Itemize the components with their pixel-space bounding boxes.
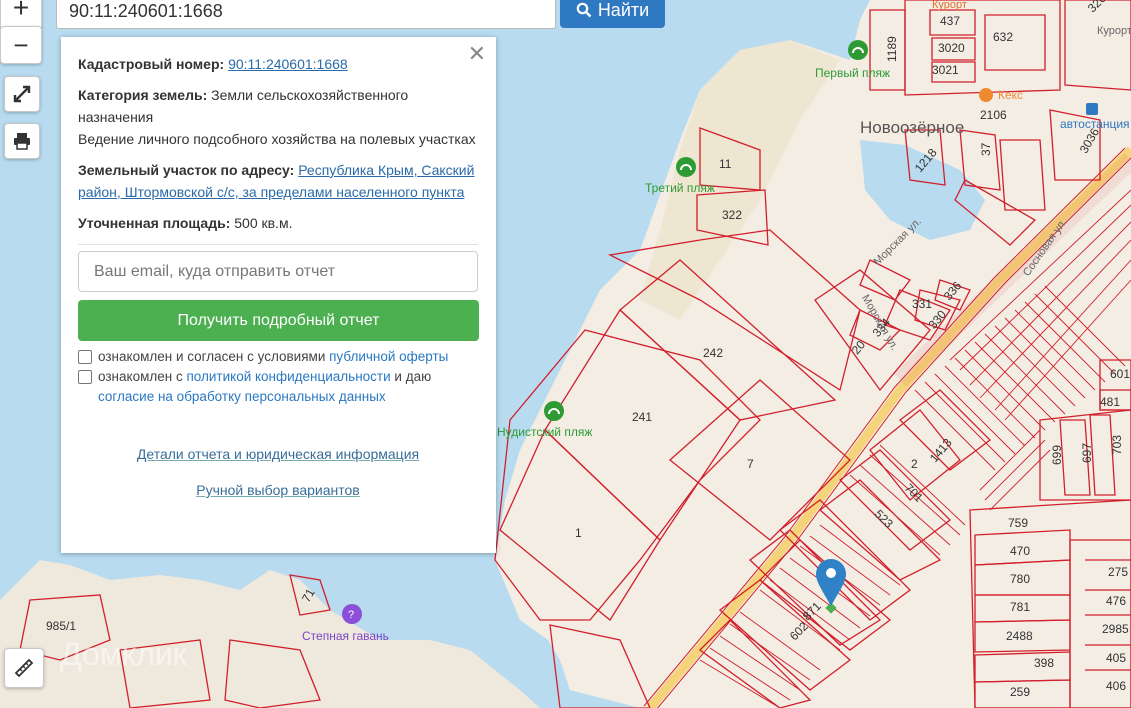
harbor-icon: ? xyxy=(342,604,362,624)
search-button-label: Найти xyxy=(597,0,650,20)
usage-value: Ведение личного подсобного хозяйства на … xyxy=(78,131,476,147)
svg-text:601: 601 xyxy=(1110,367,1130,381)
svg-text:697: 697 xyxy=(1080,443,1094,463)
svg-text:437: 437 xyxy=(940,14,960,28)
address-row: Земельный участок по адресу: Республика … xyxy=(78,159,478,203)
area-value: 500 кв.м. xyxy=(234,215,293,231)
search-icon xyxy=(576,2,592,18)
svg-text:Курорт: Курорт xyxy=(1097,25,1131,37)
svg-text:Степная гавань: Степная гавань xyxy=(302,629,389,643)
privacy-agreement: ознакомлен с политикой конфиденциальност… xyxy=(78,367,478,407)
ruler-icon xyxy=(14,658,34,678)
offer-agreement: ознакомлен и согласен с условиями публич… xyxy=(78,347,478,367)
consent-link[interactable]: согласие на обработку персональных данны… xyxy=(98,389,386,404)
print-button[interactable] xyxy=(4,123,40,159)
beach-icon xyxy=(676,157,696,177)
privacy-link[interactable]: политикой конфиденциальности xyxy=(186,369,390,384)
svg-text:241: 241 xyxy=(632,410,652,424)
svg-text:?: ? xyxy=(348,609,354,621)
svg-text:322: 322 xyxy=(722,208,742,222)
svg-text:242: 242 xyxy=(703,346,723,360)
zoom-out-button[interactable]: − xyxy=(0,26,42,64)
address-label: Земельный участок по адресу: xyxy=(78,162,295,178)
zoom-in-button[interactable]: + xyxy=(0,0,42,28)
svg-text:632: 632 xyxy=(993,30,1013,44)
svg-text:470: 470 xyxy=(1010,544,1030,558)
svg-text:2: 2 xyxy=(911,457,918,471)
privacy-checkbox[interactable] xyxy=(78,370,92,384)
svg-text:Курорт: Курорт xyxy=(932,0,967,11)
svg-text:398: 398 xyxy=(1034,656,1054,670)
search-button[interactable]: Найти xyxy=(560,0,665,28)
email-field[interactable] xyxy=(78,251,478,292)
svg-text:476: 476 xyxy=(1106,594,1126,608)
close-icon[interactable]: ✕ xyxy=(468,43,486,65)
svg-text:985/1: 985/1 xyxy=(46,619,76,633)
get-report-button[interactable]: Получить подробный отчет xyxy=(78,300,479,341)
fullscreen-button[interactable] xyxy=(4,76,40,112)
svg-text:7: 7 xyxy=(747,457,754,471)
svg-text:Третий пляж: Третий пляж xyxy=(645,181,715,195)
watermark: Домклик xyxy=(60,636,188,672)
svg-text:780: 780 xyxy=(1010,572,1030,586)
cadastral-row: Кадастровый номер: 90:11:240601:1668 xyxy=(78,53,478,75)
svg-text:759: 759 xyxy=(1008,516,1028,530)
svg-text:2985: 2985 xyxy=(1102,622,1129,636)
svg-text:3020: 3020 xyxy=(938,41,965,55)
svg-text:2106: 2106 xyxy=(980,108,1007,122)
svg-text:1: 1 xyxy=(575,526,582,540)
svg-text:703: 703 xyxy=(1110,435,1124,455)
search-input[interactable] xyxy=(57,0,555,28)
beach-icon xyxy=(848,40,868,60)
details-link[interactable]: Детали отчета и юридическая информация xyxy=(78,443,478,465)
svg-text:699: 699 xyxy=(1050,445,1064,465)
print-icon xyxy=(14,133,30,150)
offer-link[interactable]: публичной оферты xyxy=(329,349,448,364)
expand-icon xyxy=(13,85,31,103)
area-row: Уточненная площадь: 500 кв.м. xyxy=(78,212,478,234)
svg-text:481: 481 xyxy=(1100,395,1120,409)
privacy-text: ознакомлен с xyxy=(98,369,183,384)
category-row: Категория земель: Земли сельскохозяйстве… xyxy=(78,84,478,128)
svg-text:автостанция: автостанция xyxy=(1060,117,1130,131)
svg-text:275: 275 xyxy=(1108,565,1128,579)
svg-text:406: 406 xyxy=(1106,679,1126,693)
svg-text:259: 259 xyxy=(1010,685,1030,699)
svg-text:405: 405 xyxy=(1106,651,1126,665)
svg-text:3021: 3021 xyxy=(932,63,959,77)
svg-text:781: 781 xyxy=(1010,600,1030,614)
svg-text:331: 331 xyxy=(912,297,932,311)
cadastral-link[interactable]: 90:11:240601:1668 xyxy=(228,56,348,72)
svg-text:Новоозёрное: Новоозёрное xyxy=(860,118,964,137)
offer-text: ознакомлен и согласен с условиями xyxy=(98,349,326,364)
svg-text:Первый пляж: Первый пляж xyxy=(815,66,890,80)
svg-text:11: 11 xyxy=(719,157,732,171)
ruler-button[interactable] xyxy=(4,648,44,688)
svg-text:Кекс: Кекс xyxy=(998,88,1023,102)
svg-text:37: 37 xyxy=(979,142,993,156)
offer-checkbox[interactable] xyxy=(78,350,92,364)
svg-text:2488: 2488 xyxy=(1006,629,1033,643)
beach-icon xyxy=(544,401,564,421)
cadastral-label: Кадастровый номер: xyxy=(78,56,225,72)
category-label: Категория земель: xyxy=(78,87,208,103)
svg-text:1189: 1189 xyxy=(885,36,899,62)
svg-text:Нудистский пляж: Нудистский пляж xyxy=(497,425,592,439)
parcel-info-panel: ✕ Кадастровый номер: 90:11:240601:1668 К… xyxy=(61,37,496,553)
divider xyxy=(78,244,478,245)
privacy-mid: и даю xyxy=(394,369,432,384)
search-box xyxy=(56,0,556,29)
manual-select-link[interactable]: Ручной выбор вариантов xyxy=(78,479,478,501)
area-label: Уточненная площадь: xyxy=(78,215,231,231)
